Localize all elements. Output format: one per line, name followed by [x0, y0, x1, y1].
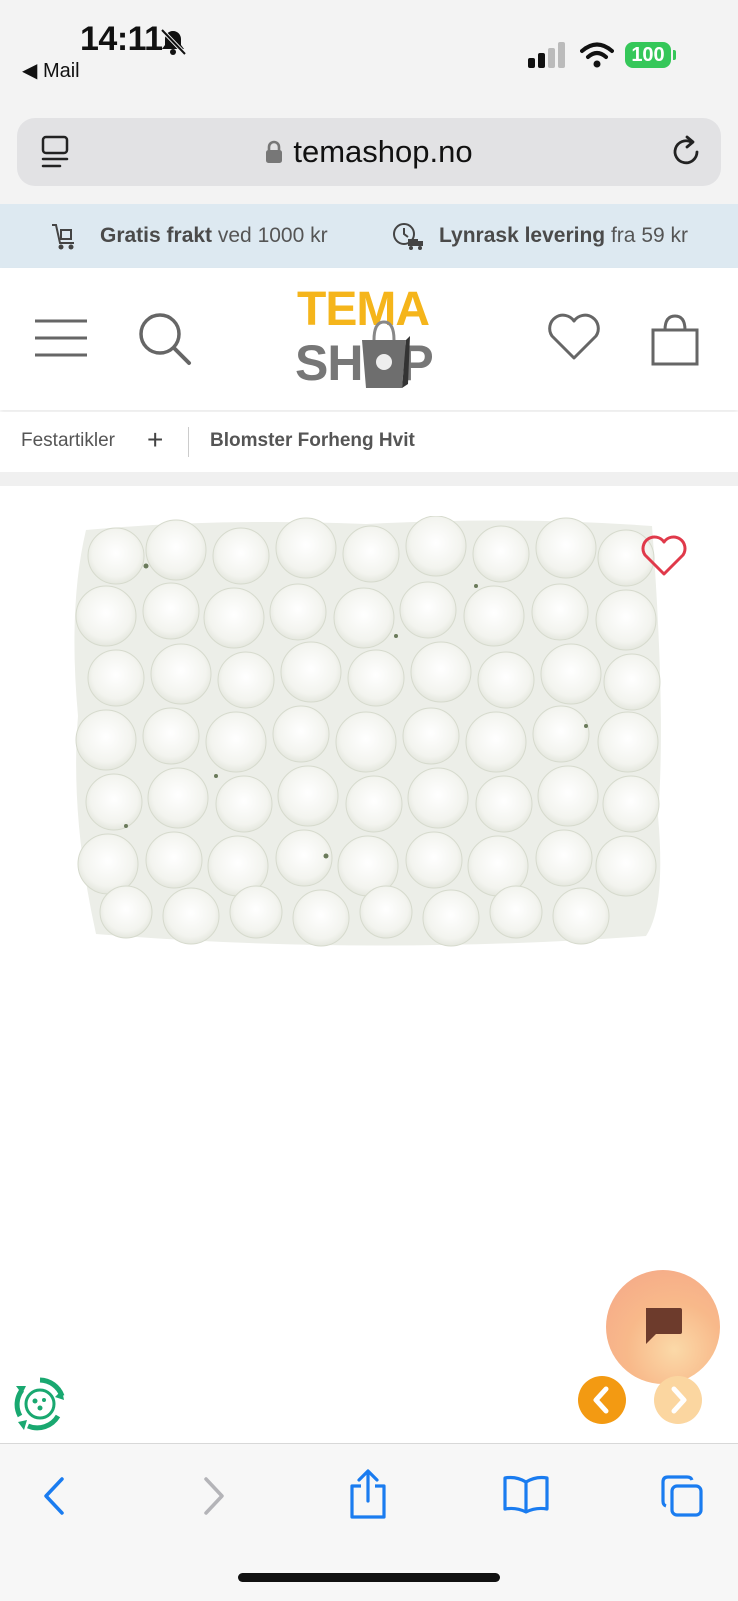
url-text: temashop.no — [293, 134, 473, 169]
chevron-left-icon — [593, 1386, 609, 1414]
back-to-app-link[interactable]: ◀ Mail — [22, 58, 80, 83]
product-image[interactable] — [66, 516, 676, 956]
hamburger-menu-icon[interactable] — [34, 318, 88, 358]
search-icon[interactable] — [138, 312, 192, 366]
cart-trolley-icon — [52, 224, 74, 250]
section-divider — [0, 472, 738, 486]
shopping-bag-icon[interactable] — [650, 312, 700, 368]
logo-bag-icon — [362, 320, 410, 388]
lock-icon — [266, 140, 283, 163]
breadcrumb-current: Blomster Forheng Hvit — [210, 430, 415, 451]
breadcrumb-expand-button[interactable]: + — [147, 412, 163, 468]
home-indicator — [238, 1573, 500, 1582]
chat-icon — [646, 1308, 682, 1344]
clock-time: 14:11 — [80, 20, 163, 58]
breadcrumb-divider — [188, 427, 189, 457]
promo-fast-delivery: Lynrask levering fra 59 kr — [439, 224, 689, 247]
reload-icon[interactable] — [670, 134, 704, 170]
bell-slash-icon — [160, 28, 187, 56]
breadcrumb-category-link[interactable]: Festartikler — [21, 412, 115, 470]
recycle-icon[interactable] — [12, 1376, 68, 1432]
back-icon[interactable] — [40, 1476, 70, 1516]
back-triangle-icon: ◀ — [22, 60, 43, 82]
promo-free-shipping: Gratis frakt ved 1000 kr — [100, 224, 328, 247]
chevron-right-icon — [671, 1386, 687, 1414]
url-display[interactable]: temashop.no — [0, 118, 738, 186]
forward-icon[interactable] — [198, 1476, 228, 1516]
back-app-label: Mail — [42, 60, 80, 82]
clock-truck-icon — [393, 223, 423, 250]
tabs-icon[interactable] — [660, 1474, 704, 1518]
share-icon[interactable] — [348, 1468, 388, 1520]
battery-tip — [673, 50, 676, 60]
bookmarks-icon[interactable] — [502, 1474, 550, 1514]
signal-icon — [528, 42, 565, 68]
battery-indicator: 100 — [625, 42, 671, 68]
heart-icon[interactable] — [546, 312, 602, 362]
wishlist-heart-icon[interactable] — [640, 534, 688, 578]
wifi-icon — [580, 42, 614, 68]
